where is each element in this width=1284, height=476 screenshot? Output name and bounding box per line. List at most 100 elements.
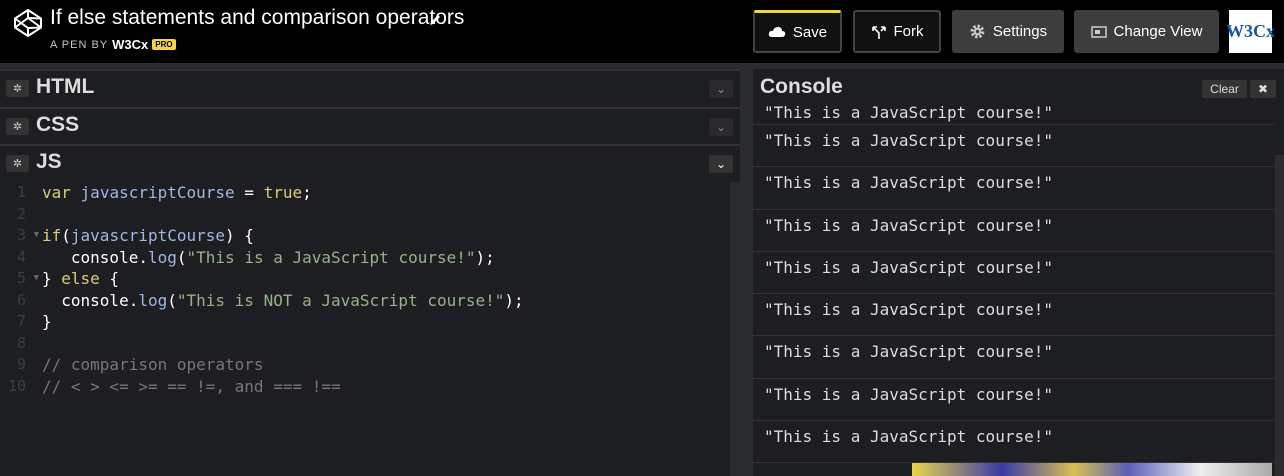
- code-token: else: [61, 269, 100, 288]
- css-settings-gear-icon[interactable]: ✲: [6, 118, 29, 135]
- console-panel: Console Clear ✖ "This is a JavaScript co…: [753, 69, 1284, 476]
- code-token: javascriptCourse: [80, 183, 235, 202]
- code-token: =: [234, 183, 264, 202]
- console-entry: "This is a JavaScript course!": [753, 336, 1275, 379]
- line-number: 2: [16, 204, 26, 223]
- codepen-logo-icon[interactable]: [13, 8, 43, 38]
- code-line: } else {: [42, 268, 524, 290]
- fold-arrow-icon[interactable]: ▼: [34, 268, 39, 290]
- change-view-button[interactable]: Change View: [1074, 10, 1219, 53]
- line-number: 7: [16, 312, 26, 330]
- code-area[interactable]: var javascriptCourse = true; if(javascri…: [42, 182, 524, 397]
- code-token: ;: [302, 183, 312, 202]
- console-entry: "This is a JavaScript course!": [753, 421, 1275, 464]
- css-panel-header[interactable]: ✲ CSS ⌄: [0, 107, 740, 143]
- html-settings-gear-icon[interactable]: ✲: [6, 80, 29, 97]
- avatar[interactable]: W3Cx: [1226, 10, 1275, 53]
- console-scrollbar[interactable]: [1275, 155, 1284, 476]
- save-button[interactable]: Save: [753, 10, 842, 53]
- code-token: }: [42, 312, 52, 331]
- code-line: // < > <= >= == !=, and === !==: [42, 376, 524, 398]
- clear-console-button[interactable]: Clear: [1202, 80, 1247, 98]
- line-number: 6: [16, 290, 26, 309]
- edit-pencil-icon[interactable]: [428, 13, 442, 27]
- line-number: 10: [7, 376, 26, 395]
- line-number: 5 ▼: [0, 268, 39, 290]
- change-view-label: Change View: [1113, 23, 1203, 40]
- js-panel-header[interactable]: ✲ JS ⌄: [0, 144, 740, 180]
- code-line: console.log("This is a JavaScript course…: [42, 247, 524, 269]
- console-entry: "This is a JavaScript course!": [753, 167, 1275, 210]
- code-line: }: [42, 311, 524, 333]
- code-token: // comparison operators: [42, 355, 264, 374]
- chevron-down-icon[interactable]: ⌄: [709, 118, 733, 136]
- panel-resize-handle[interactable]: [740, 69, 753, 476]
- fork-button[interactable]: Fork: [853, 10, 941, 53]
- save-label: Save: [792, 23, 828, 41]
- console-entry: "This is a JavaScript course!": [753, 125, 1275, 168]
- fork-icon: [871, 25, 886, 39]
- code-line: console.log("This is NOT a JavaScript co…: [42, 290, 524, 312]
- chevron-down-icon[interactable]: ⌄: [709, 80, 733, 98]
- settings-label: Settings: [992, 23, 1048, 40]
- code-token: "This is NOT a JavaScript course!": [176, 290, 505, 310]
- code-token: (: [167, 290, 177, 310]
- html-panel-label: HTML: [36, 75, 95, 98]
- code-token: if: [42, 226, 62, 245]
- code-token: // < > <= >= == !=, and === !==: [42, 376, 341, 396]
- console-entry: "This is a JavaScript course!": [753, 252, 1275, 295]
- code-token: ) {: [225, 226, 254, 245]
- code-token: "This is a JavaScript course!": [186, 247, 476, 267]
- code-token: (: [176, 247, 187, 267]
- byline-prefix: A PEN BY: [50, 38, 109, 51]
- console-header: Console Clear ✖: [753, 69, 1284, 105]
- code-token: (: [61, 226, 71, 245]
- js-panel-label: JS: [36, 150, 62, 173]
- css-panel-label: CSS: [36, 113, 80, 136]
- line-number: 9: [16, 355, 26, 373]
- line-number: 4: [16, 247, 26, 266]
- code-token: var: [42, 183, 71, 202]
- settings-button[interactable]: Settings: [952, 10, 1064, 53]
- fork-label: Fork: [893, 23, 924, 40]
- js-code-editor[interactable]: 1 2 3 ▼ 4 5 ▼ 6 7 8 9 10 var javascriptCourse = tru…: [0, 182, 730, 476]
- code-line: if(javascriptCourse) {: [42, 225, 524, 247]
- line-number: 1: [16, 183, 26, 201]
- code-line: // comparison operators: [42, 354, 524, 376]
- html-panel-header[interactable]: ✲ HTML ⌄: [0, 69, 740, 105]
- code-token: );: [504, 290, 524, 310]
- preview-thumbnail: [912, 463, 1272, 476]
- console-entry: "This is a JavaScript course!": [753, 294, 1275, 337]
- editor-scrollbar[interactable]: [730, 182, 740, 476]
- author-link[interactable]: W3Cx: [112, 37, 148, 52]
- console-log: "This is a JavaScript course!" "This is a…: [753, 103, 1275, 464]
- chevron-down-icon[interactable]: ⌄: [709, 155, 733, 173]
- console-entry: "This is a JavaScript course!": [753, 379, 1275, 422]
- gear-icon: [970, 24, 985, 39]
- code-token: console.: [42, 247, 148, 267]
- pro-badge: PRO: [152, 39, 176, 50]
- top-bar: If else statements and comparison operat…: [0, 0, 1284, 63]
- pen-title[interactable]: If else statements and comparison operat…: [50, 6, 464, 30]
- console-title: Console: [760, 75, 843, 98]
- code-token: true: [263, 183, 303, 202]
- code-token: console.: [42, 290, 139, 310]
- line-number: 8: [16, 333, 26, 352]
- fold-arrow-icon[interactable]: ▼: [34, 225, 39, 247]
- code-token: {: [99, 269, 120, 288]
- layout-icon: [1090, 25, 1107, 38]
- code-line: var javascriptCourse = true;: [42, 182, 524, 204]
- code-token: }: [42, 269, 62, 288]
- line-number: 3 ▼: [0, 225, 39, 247]
- code-token: javascriptCourse: [70, 226, 226, 245]
- code-token: log: [147, 247, 177, 267]
- byline: A PEN BY W3Cx PRO: [50, 37, 176, 52]
- code-token: );: [475, 247, 495, 267]
- close-console-icon[interactable]: ✖: [1250, 80, 1276, 98]
- js-settings-gear-icon[interactable]: ✲: [6, 155, 29, 172]
- console-entry: "This is a JavaScript course!": [753, 103, 1275, 125]
- cloud-icon: [768, 27, 786, 37]
